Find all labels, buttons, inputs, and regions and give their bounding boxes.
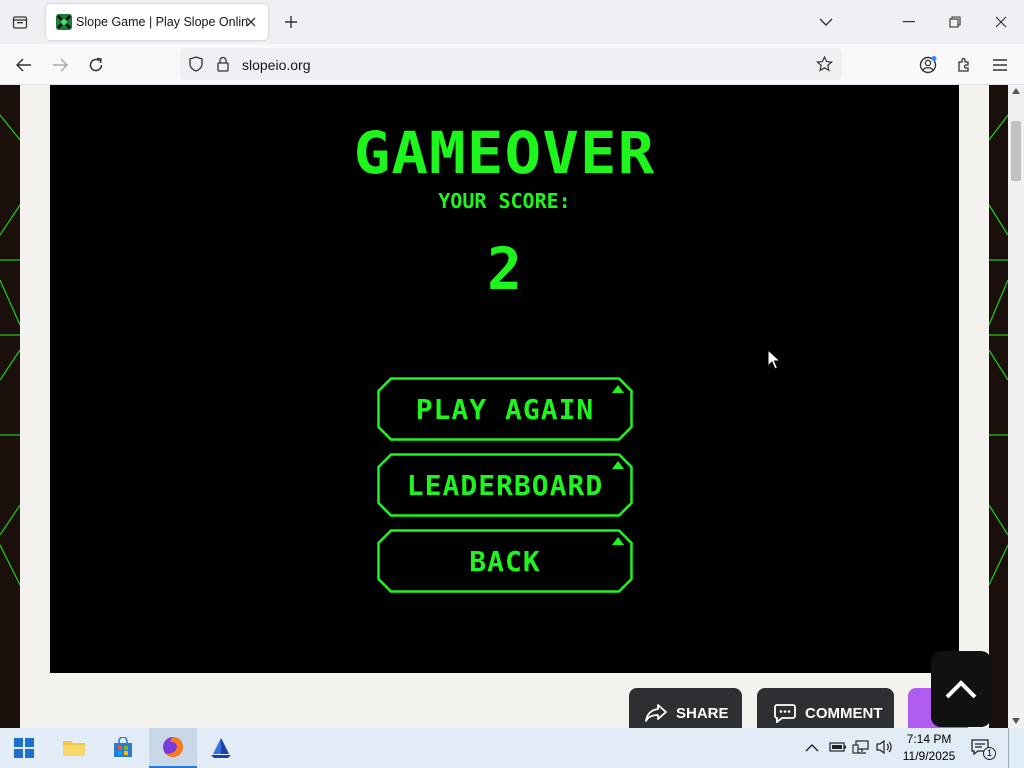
network-icon[interactable] xyxy=(852,739,870,760)
file-explorer-icon[interactable] xyxy=(50,728,98,768)
account-icon[interactable] xyxy=(913,50,943,80)
active-tab[interactable]: Slope Game | Play Slope Online! xyxy=(46,4,268,40)
notification-count-badge: 1 xyxy=(983,747,996,760)
system-clock[interactable]: 7:14 PM 11/9/2025 xyxy=(896,731,962,765)
new-tab-icon[interactable] xyxy=(278,9,304,35)
close-window-icon[interactable] xyxy=(986,8,1016,36)
bookmark-star-icon[interactable] xyxy=(815,55,834,77)
play-again-label: PLAY AGAIN xyxy=(415,392,595,426)
reload-icon[interactable] xyxy=(81,50,111,80)
mouse-cursor-icon xyxy=(767,349,781,370)
page-content: GAMEOVER YOUR SCORE: 2 PLAY AGAIN LEADER… xyxy=(20,85,989,728)
chevron-up-icon xyxy=(945,680,977,699)
back-arrow-icon[interactable] xyxy=(9,50,39,80)
tab-title: Slope Game | Play Slope Online! xyxy=(76,15,248,29)
navigation-bar: slopeio.org xyxy=(0,44,1024,85)
left-grid-decoration xyxy=(0,114,20,586)
comment-label: COMMENT xyxy=(805,704,883,722)
notification-center-icon[interactable]: 1 xyxy=(970,738,996,760)
play-again-button[interactable]: PLAY AGAIN xyxy=(377,377,633,441)
forward-arrow-icon[interactable] xyxy=(45,50,75,80)
volume-icon[interactable] xyxy=(876,739,894,760)
share-button[interactable]: SHARE xyxy=(629,688,742,728)
page-viewport: GAMEOVER YOUR SCORE: 2 PLAY AGAIN LEADER… xyxy=(0,85,1008,728)
address-bar[interactable]: slopeio.org xyxy=(180,48,842,80)
score-value: 2 xyxy=(487,235,522,303)
menu-icon[interactable] xyxy=(985,50,1015,80)
back-label: BACK xyxy=(469,544,541,578)
right-grid-decoration xyxy=(989,114,1008,586)
scroll-down-arrow-icon[interactable] xyxy=(1012,718,1020,724)
gameover-title: GAMEOVER xyxy=(353,119,656,187)
share-arrow-icon xyxy=(645,704,667,722)
app-sail-icon[interactable] xyxy=(197,728,245,768)
windows-start-icon[interactable] xyxy=(0,728,48,768)
comment-button[interactable]: COMMENT xyxy=(757,688,894,728)
leaderboard-button[interactable]: LEADERBOARD xyxy=(377,453,633,517)
url-text: slopeio.org xyxy=(242,57,311,73)
back-button[interactable]: BACK xyxy=(377,529,633,593)
minimize-icon[interactable] xyxy=(894,8,924,36)
clock-date: 11/9/2025 xyxy=(902,749,956,763)
list-all-tabs-icon[interactable] xyxy=(6,8,34,36)
scrollbar-thumb[interactable] xyxy=(1011,121,1021,181)
slope-favicon-icon xyxy=(56,14,72,30)
close-tab-icon[interactable] xyxy=(242,13,260,31)
game-canvas[interactable]: GAMEOVER YOUR SCORE: 2 PLAY AGAIN LEADER… xyxy=(50,85,959,673)
scroll-to-top-button[interactable] xyxy=(931,651,991,727)
extensions-icon[interactable] xyxy=(949,50,979,80)
show-desktop-divider[interactable] xyxy=(1008,728,1009,768)
restore-icon[interactable] xyxy=(940,8,970,36)
score-label: YOUR SCORE: xyxy=(438,189,571,213)
microsoft-store-icon[interactable] xyxy=(99,728,147,768)
battery-icon[interactable] xyxy=(829,740,847,759)
tab-overflow-chevron-icon[interactable] xyxy=(811,8,841,36)
show-hidden-icons-chevron-icon[interactable] xyxy=(805,740,819,758)
share-label: SHARE xyxy=(676,704,729,722)
shield-icon[interactable] xyxy=(188,56,204,77)
firefox-taskbar-icon[interactable] xyxy=(149,728,197,768)
comment-bubble-icon xyxy=(774,704,796,723)
tab-bar: Slope Game | Play Slope Online! xyxy=(0,0,1024,44)
leaderboard-label: LEADERBOARD xyxy=(406,468,604,502)
lock-icon[interactable] xyxy=(216,56,230,77)
clock-time: 7:14 PM xyxy=(906,732,952,746)
page-scrollbar[interactable] xyxy=(1008,85,1024,728)
scroll-up-arrow-icon[interactable] xyxy=(1012,88,1020,94)
windows-taskbar: 7:14 PM 11/9/2025 1 xyxy=(0,728,1024,768)
